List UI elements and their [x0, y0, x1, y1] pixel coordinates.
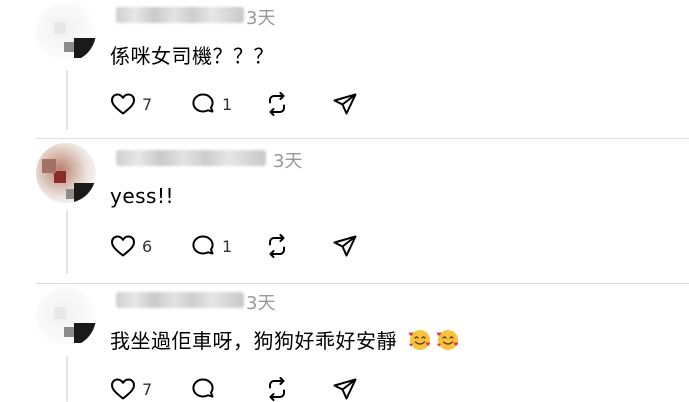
paper-plane-icon	[332, 92, 358, 116]
share-button[interactable]	[332, 376, 362, 402]
comment-item: 3天 yess!! 6 1	[0, 143, 689, 285]
repost-button[interactable]	[264, 376, 332, 402]
repost-button[interactable]	[264, 233, 332, 259]
avatar-pixel	[42, 159, 56, 173]
avatar-pixel	[54, 307, 66, 319]
like-count: 7	[142, 379, 153, 399]
timestamp: 3天	[273, 151, 303, 172]
comment-text-content: yess!!	[110, 184, 175, 208]
like-button[interactable]: 7	[110, 376, 190, 402]
avatar[interactable]	[36, 287, 96, 347]
comment-text-content: 係咪女司機？？？	[110, 44, 274, 68]
avatar-pixel	[64, 327, 74, 337]
heart-icon	[110, 92, 136, 116]
repost-arrows-icon	[264, 92, 290, 116]
comment-feed: 3天 係咪女司機？？？ 7 1 3天 yess!! 6 1 3天 我坐過佢車呀，…	[0, 0, 689, 402]
username-blurred[interactable]	[116, 7, 244, 23]
like-count: 7	[142, 94, 153, 114]
timestamp: 3天	[246, 293, 276, 314]
smiling-face-with-hearts-icon	[408, 328, 432, 357]
reply-count: 1	[222, 236, 233, 256]
like-button[interactable]: 7	[110, 91, 190, 117]
reply-button[interactable]: 1	[190, 91, 264, 117]
action-bar: 6 1	[110, 233, 362, 259]
avatar-pixel	[74, 323, 96, 343]
share-button[interactable]	[332, 91, 362, 117]
avatar-pixel	[54, 22, 66, 34]
reply-button[interactable]: 1	[190, 233, 264, 259]
username-blurred[interactable]	[116, 150, 266, 166]
avatar-pixel	[64, 42, 74, 52]
avatar-pixel	[74, 183, 96, 203]
repost-arrows-icon	[264, 377, 290, 401]
username-blurred[interactable]	[116, 292, 244, 308]
avatar[interactable]	[36, 2, 96, 62]
heart-icon	[110, 234, 136, 258]
paper-plane-icon	[332, 377, 358, 401]
comment-item: 3天 係咪女司機？？？ 7 1	[0, 0, 689, 142]
speech-bubble-icon	[190, 92, 216, 116]
avatar-pixel	[66, 189, 74, 199]
comment-text: 係咪女司機？？？	[110, 40, 274, 69]
speech-bubble-icon	[190, 377, 216, 401]
reply-button[interactable]	[190, 376, 264, 402]
comment-text: 我坐過佢車呀，狗狗好乖好安靜	[110, 325, 460, 357]
action-bar: 7 1	[110, 91, 362, 117]
comment-text-content: 我坐過佢車呀，狗狗好乖好安靜	[110, 329, 397, 353]
share-button[interactable]	[332, 233, 362, 259]
action-bar: 7	[110, 376, 362, 402]
paper-plane-icon	[332, 234, 358, 258]
heart-icon	[110, 377, 136, 401]
smiling-face-with-hearts-icon	[436, 328, 460, 357]
repost-button[interactable]	[264, 91, 332, 117]
avatar[interactable]	[36, 143, 96, 203]
comment-text: yess!!	[110, 184, 174, 208]
reply-count: 1	[222, 94, 233, 114]
repost-arrows-icon	[264, 234, 290, 258]
timestamp: 3天	[246, 8, 276, 29]
comment-item: 3天 我坐過佢車呀，狗狗好乖好安靜 7	[0, 285, 689, 402]
avatar-pixel	[74, 38, 96, 58]
speech-bubble-icon	[190, 234, 216, 258]
like-button[interactable]: 6	[110, 233, 190, 259]
like-count: 6	[142, 236, 153, 256]
